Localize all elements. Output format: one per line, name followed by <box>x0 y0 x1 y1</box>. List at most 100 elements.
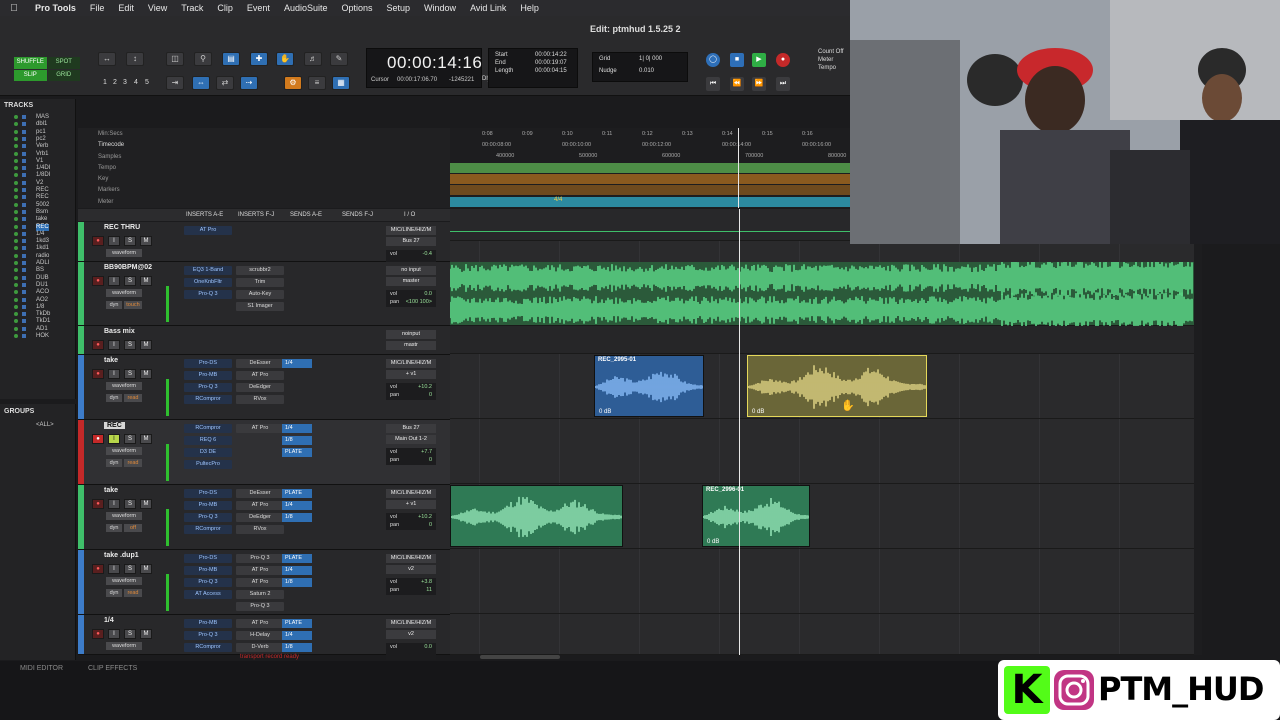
mirror-midi-icon[interactable]: ⚙ <box>284 76 302 90</box>
track-list-item[interactable]: REC <box>36 223 49 231</box>
track-list-item[interactable]: TkDb <box>36 311 50 318</box>
track-list-item[interactable]: 1/8 <box>36 304 44 311</box>
key-lane[interactable] <box>450 174 850 184</box>
tab-clip-effects[interactable]: CLIP EFFECTS <box>88 665 137 672</box>
io-selector[interactable]: Main Out 1-2 <box>386 435 436 444</box>
insert-slot[interactable]: Pro-Q 3 <box>236 602 284 611</box>
zoom-preset-4[interactable]: 4 <box>134 79 138 86</box>
track-header[interactable]: REC ● I S Mwaveform dyn read RCompror REQ 6 D3 DE… <box>78 420 450 485</box>
menu-window[interactable]: Window <box>417 3 463 13</box>
track-name[interactable]: take <box>104 357 118 364</box>
track-header[interactable]: take .dup1 ● I S Mwaveform dyn read Pro-DS Pro-M… <box>78 550 450 615</box>
input-monitor-button[interactable]: I <box>108 434 120 444</box>
selector-tool-icon[interactable]: ✚ <box>250 52 268 66</box>
track-name[interactable]: 1/4 <box>104 617 114 624</box>
send-slot[interactable]: 1/4 <box>282 501 312 510</box>
volume-value[interactable]: -0.4 <box>423 250 436 258</box>
record-enable-button[interactable]: ● <box>92 340 104 350</box>
insert-slot[interactable]: DeEsser <box>236 359 284 368</box>
menu-edit[interactable]: Edit <box>111 3 141 13</box>
track-list-item[interactable]: TkD1 <box>36 318 50 325</box>
menu-view[interactable]: View <box>141 3 174 13</box>
record-enable-button[interactable]: ● <box>92 499 104 509</box>
zoom-in-icon[interactable]: ↕ <box>126 52 144 66</box>
insert-slot[interactable]: AT Pro <box>236 619 284 628</box>
automation-mode-selector[interactable]: read <box>124 589 142 597</box>
play-icon[interactable]: ▶ <box>752 53 766 67</box>
track-list-item[interactable]: REC <box>36 194 49 201</box>
io-selector[interactable]: MIC/LINE/HIZ/M <box>386 619 436 628</box>
solo-button[interactable]: S <box>124 369 136 379</box>
zoom-out-icon[interactable]: ↔ <box>98 52 116 66</box>
track-list-item[interactable]: DU1 <box>36 282 48 289</box>
track-header[interactable]: Bass mix ● I S Mnoinput mastr <box>78 326 450 355</box>
insert-slot[interactable]: RCompror <box>184 395 232 404</box>
io-selector[interactable]: MIC/LINE/HIZ/M <box>386 554 436 563</box>
menu-setup[interactable]: Setup <box>380 3 418 13</box>
io-selector[interactable]: + v1 <box>386 370 436 379</box>
length-value[interactable]: 00:00:04:15 <box>535 68 567 74</box>
record-enable-button[interactable]: ● <box>92 629 104 639</box>
track-visible-dot[interactable] <box>14 158 18 163</box>
mute-button[interactable]: M <box>140 629 152 639</box>
lane-bass-mix[interactable] <box>450 326 1194 354</box>
send-slot[interactable]: PLATE <box>282 619 312 628</box>
tempo-lane[interactable] <box>450 163 850 173</box>
track-visible-dot[interactable] <box>14 136 18 141</box>
clip-rec-2996[interactable]: REC_2996-01 0 dB <box>702 485 810 547</box>
ruler-tempo-label[interactable]: Tempo <box>98 165 116 171</box>
mute-button[interactable]: M <box>140 369 152 379</box>
tab-to-transient-icon[interactable]: ⇥ <box>166 76 184 90</box>
insert-slot[interactable]: Trim <box>236 278 284 287</box>
track-list-item[interactable]: 1/8DI <box>36 172 50 179</box>
track-header[interactable]: 1/4 ● I S Mwaveform Pro-MB Pro-Q 3 RCompror AT P… <box>78 615 450 660</box>
track-visible-dot[interactable] <box>14 173 18 178</box>
volume-pan-display[interactable]: vol +10.2 pan 0 <box>386 383 436 400</box>
track-visible-dot[interactable] <box>14 268 18 273</box>
insert-slot[interactable]: DeEdger <box>236 513 284 522</box>
track-visible-dot[interactable] <box>14 282 18 287</box>
track-visible-dot[interactable] <box>14 334 18 338</box>
volume-value[interactable]: 0.0 <box>424 643 436 651</box>
record-enable-button[interactable]: ● <box>92 369 104 379</box>
track-name[interactable]: REC THRU <box>104 224 140 231</box>
cursor-wrap-icon[interactable]: ▦ <box>332 76 350 90</box>
volume-pan-display[interactable]: vol +3.8 pan 11 <box>386 578 436 595</box>
track-visible-dot[interactable] <box>14 304 18 309</box>
ruler-markers-label[interactable]: Markers <box>98 187 120 193</box>
insert-slot[interactable]: AT Pro <box>236 566 284 575</box>
track-visible-dot[interactable] <box>14 290 18 295</box>
pan-value[interactable]: 11 <box>426 586 436 594</box>
track-view-selector[interactable]: waveform <box>106 249 142 257</box>
track-visible-dot[interactable] <box>14 239 18 244</box>
input-monitor-button[interactable]: I <box>108 340 120 350</box>
send-slot[interactable]: 1/8 <box>282 436 312 445</box>
pan-value[interactable]: 0 <box>429 391 436 399</box>
track-visible-dot[interactable] <box>14 246 18 251</box>
track-view-selector[interactable]: waveform <box>106 289 142 297</box>
clip-take-a[interactable] <box>450 485 623 547</box>
track-header[interactable]: BB90BPM@02 ● I S Mwaveform dyn touch EQ3 1-Band… <box>78 262 450 326</box>
send-slot[interactable]: PLATE <box>282 489 312 498</box>
track-list-item[interactable]: HOK <box>36 333 49 340</box>
lane-take-dup1[interactable] <box>450 549 1194 614</box>
insert-slot[interactable]: Pro-DS <box>184 554 232 563</box>
link-timeline-icon[interactable]: ⇔ <box>192 76 210 90</box>
insert-slot[interactable]: Pro-DS <box>184 359 232 368</box>
ruler-minsecs-label[interactable]: Min:Secs <box>98 131 123 137</box>
io-selector[interactable]: no input <box>386 266 436 275</box>
track-list-item[interactable]: MAS <box>36 114 49 121</box>
timeline-rulers[interactable]: 0:08 0:09 0:10 0:11 0:12 0:13 0:14 0:15 0:16 00:… <box>450 128 850 208</box>
track-list-item[interactable]: pc1 <box>36 129 46 136</box>
track-list-item[interactable]: take <box>36 216 47 223</box>
solo-button[interactable]: S <box>124 499 136 509</box>
track-visible-dot[interactable] <box>14 275 18 280</box>
ruler-playhead[interactable] <box>738 128 739 208</box>
clip-rec-2995[interactable]: REC_2995-01 0 dB <box>594 355 704 417</box>
go-to-end-icon[interactable]: ⏭ <box>776 77 790 91</box>
zoom-preset-2[interactable]: 2 <box>113 79 117 86</box>
grid-mode-button[interactable]: GRID <box>47 69 80 81</box>
io-selector[interactable]: MIC/LINE/HIZ/M <box>386 489 436 498</box>
tab-midi-editor[interactable]: MIDI EDITOR <box>20 665 63 672</box>
track-visible-dot[interactable] <box>14 166 18 171</box>
